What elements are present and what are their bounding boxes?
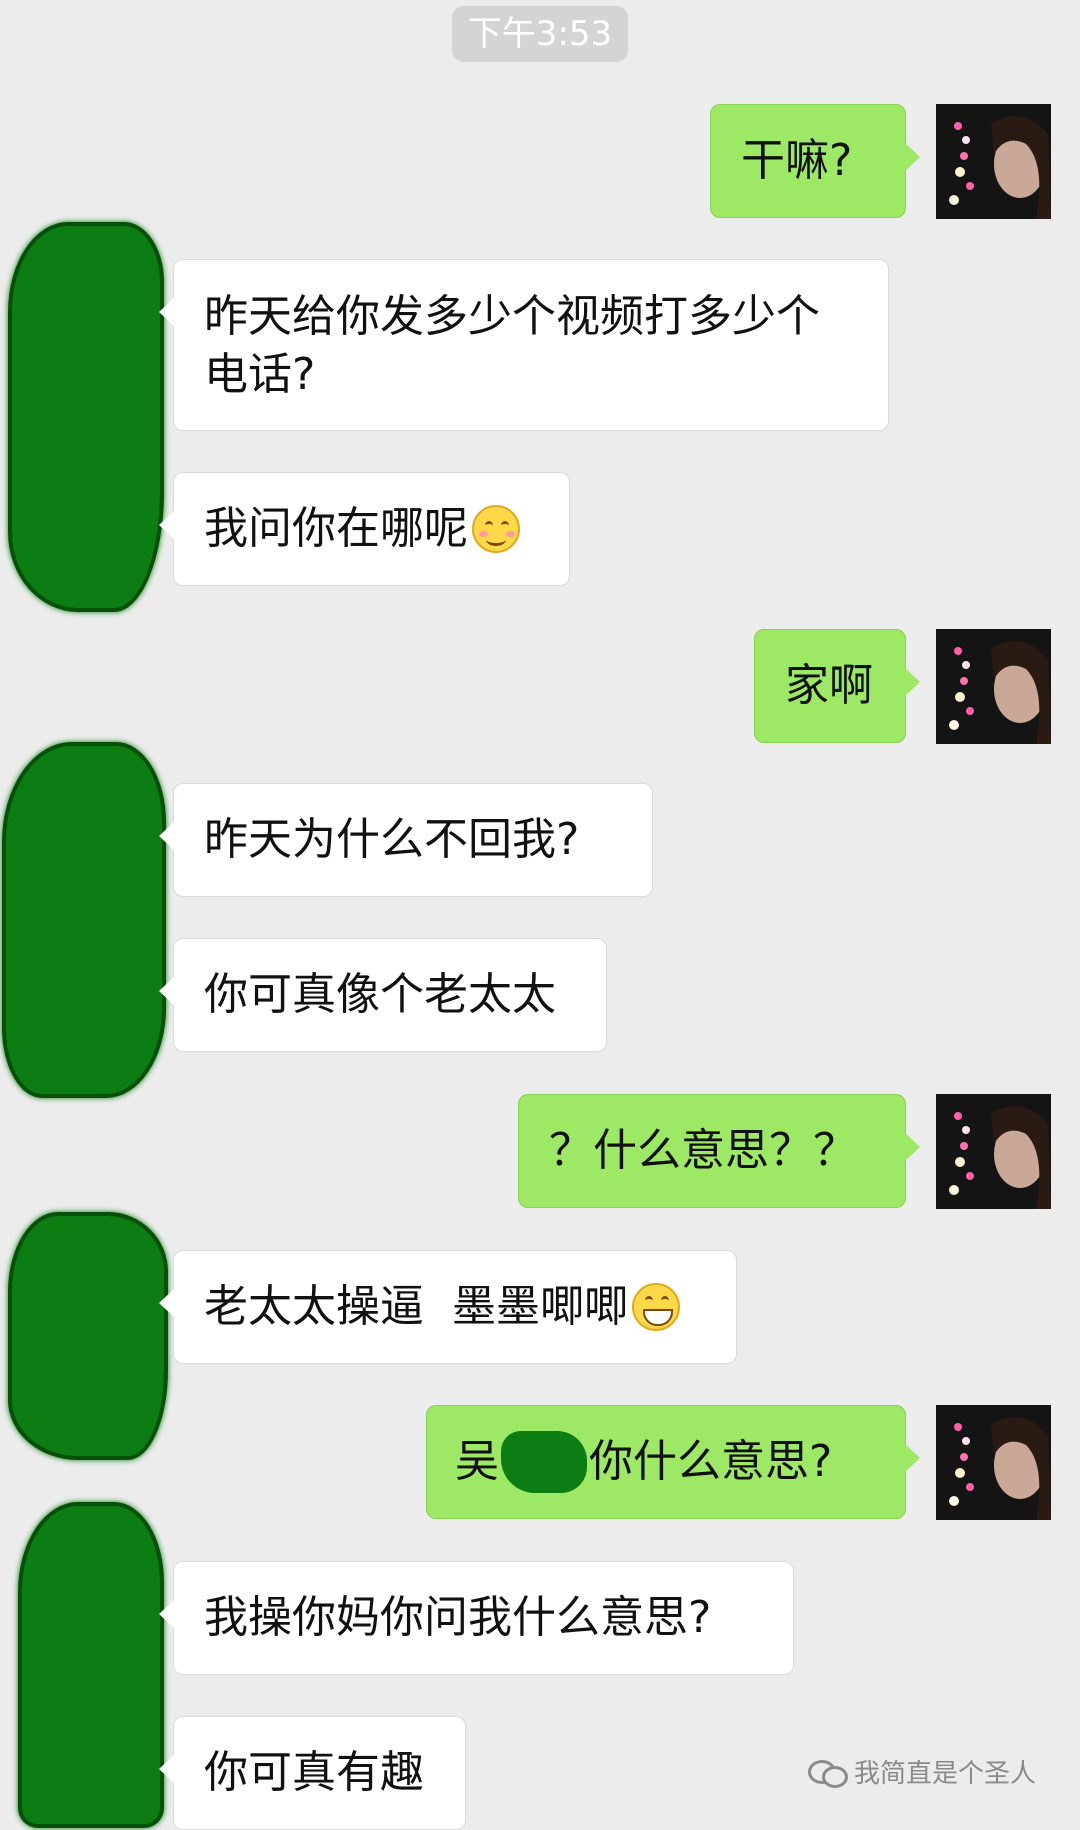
message-text: ？什么意思？？ (549, 1125, 857, 1176)
message-text-prefix: 吴 (455, 1436, 499, 1487)
user-avatar[interactable] (936, 1094, 1051, 1209)
redacted-avatar (8, 1212, 168, 1460)
message-text: 老太太操逼 墨墨唧唧 (204, 1281, 628, 1332)
message-text: 我操你妈你问我什么意思? (204, 1592, 712, 1643)
message-bubble-incoming[interactable]: 老太太操逼 墨墨唧唧 (159, 1250, 737, 1364)
redacted-name (501, 1431, 587, 1493)
smiling-blush-emoji-icon (472, 505, 520, 553)
timestamp-pill: 下午3:53 (452, 6, 628, 62)
message-bubble-outgoing[interactable]: 家啊 (754, 629, 920, 743)
redacted-avatar (2, 742, 166, 1098)
redacted-avatar (8, 222, 164, 612)
avatar-photo-icon (936, 104, 1051, 219)
message-text: 你可真有趣 (204, 1747, 424, 1798)
message-text: 昨天给你发多少个视频打多少个电话? (204, 291, 820, 400)
user-avatar[interactable] (936, 629, 1051, 744)
message-bubble-outgoing[interactable]: 干嘛? (710, 104, 920, 218)
message-text: 你可真像个老太太 (204, 969, 556, 1020)
message-text: 我问你在哪呢 (204, 503, 468, 554)
message-text: 家啊 (785, 660, 873, 711)
message-bubble-incoming[interactable]: 我问你在哪呢 (159, 472, 570, 586)
message-bubble-incoming[interactable]: 昨天为什么不回我? (159, 783, 653, 897)
wechat-icon (808, 1758, 848, 1788)
message-text-suffix: 你什么意思? (589, 1436, 833, 1487)
avatar-photo-icon (936, 629, 1051, 744)
grinning-emoji-icon (631, 1283, 680, 1331)
watermark-text: 我简直是个圣人 (854, 1759, 1037, 1789)
user-avatar[interactable] (936, 104, 1051, 219)
redacted-avatar (18, 1502, 164, 1828)
avatar-photo-icon (936, 1405, 1051, 1520)
message-text: 昨天为什么不回我? (204, 814, 580, 865)
user-avatar[interactable] (936, 1405, 1051, 1520)
message-bubble-incoming[interactable]: 我操你妈你问我什么意思? (159, 1561, 794, 1675)
message-bubble-outgoing[interactable]: 吴 你什么意思? (426, 1405, 920, 1519)
message-bubble-incoming[interactable]: 你可真像个老太太 (159, 938, 607, 1052)
message-bubble-outgoing[interactable]: ？什么意思？？ (518, 1094, 920, 1208)
message-text: 干嘛? (741, 135, 853, 186)
message-bubble-incoming[interactable]: 昨天给你发多少个视频打多少个电话? (159, 259, 889, 431)
message-bubble-incoming[interactable]: 你可真有趣 (159, 1716, 466, 1830)
watermark: 我简直是个圣人 (808, 1753, 1036, 1790)
avatar-photo-icon (936, 1094, 1051, 1209)
